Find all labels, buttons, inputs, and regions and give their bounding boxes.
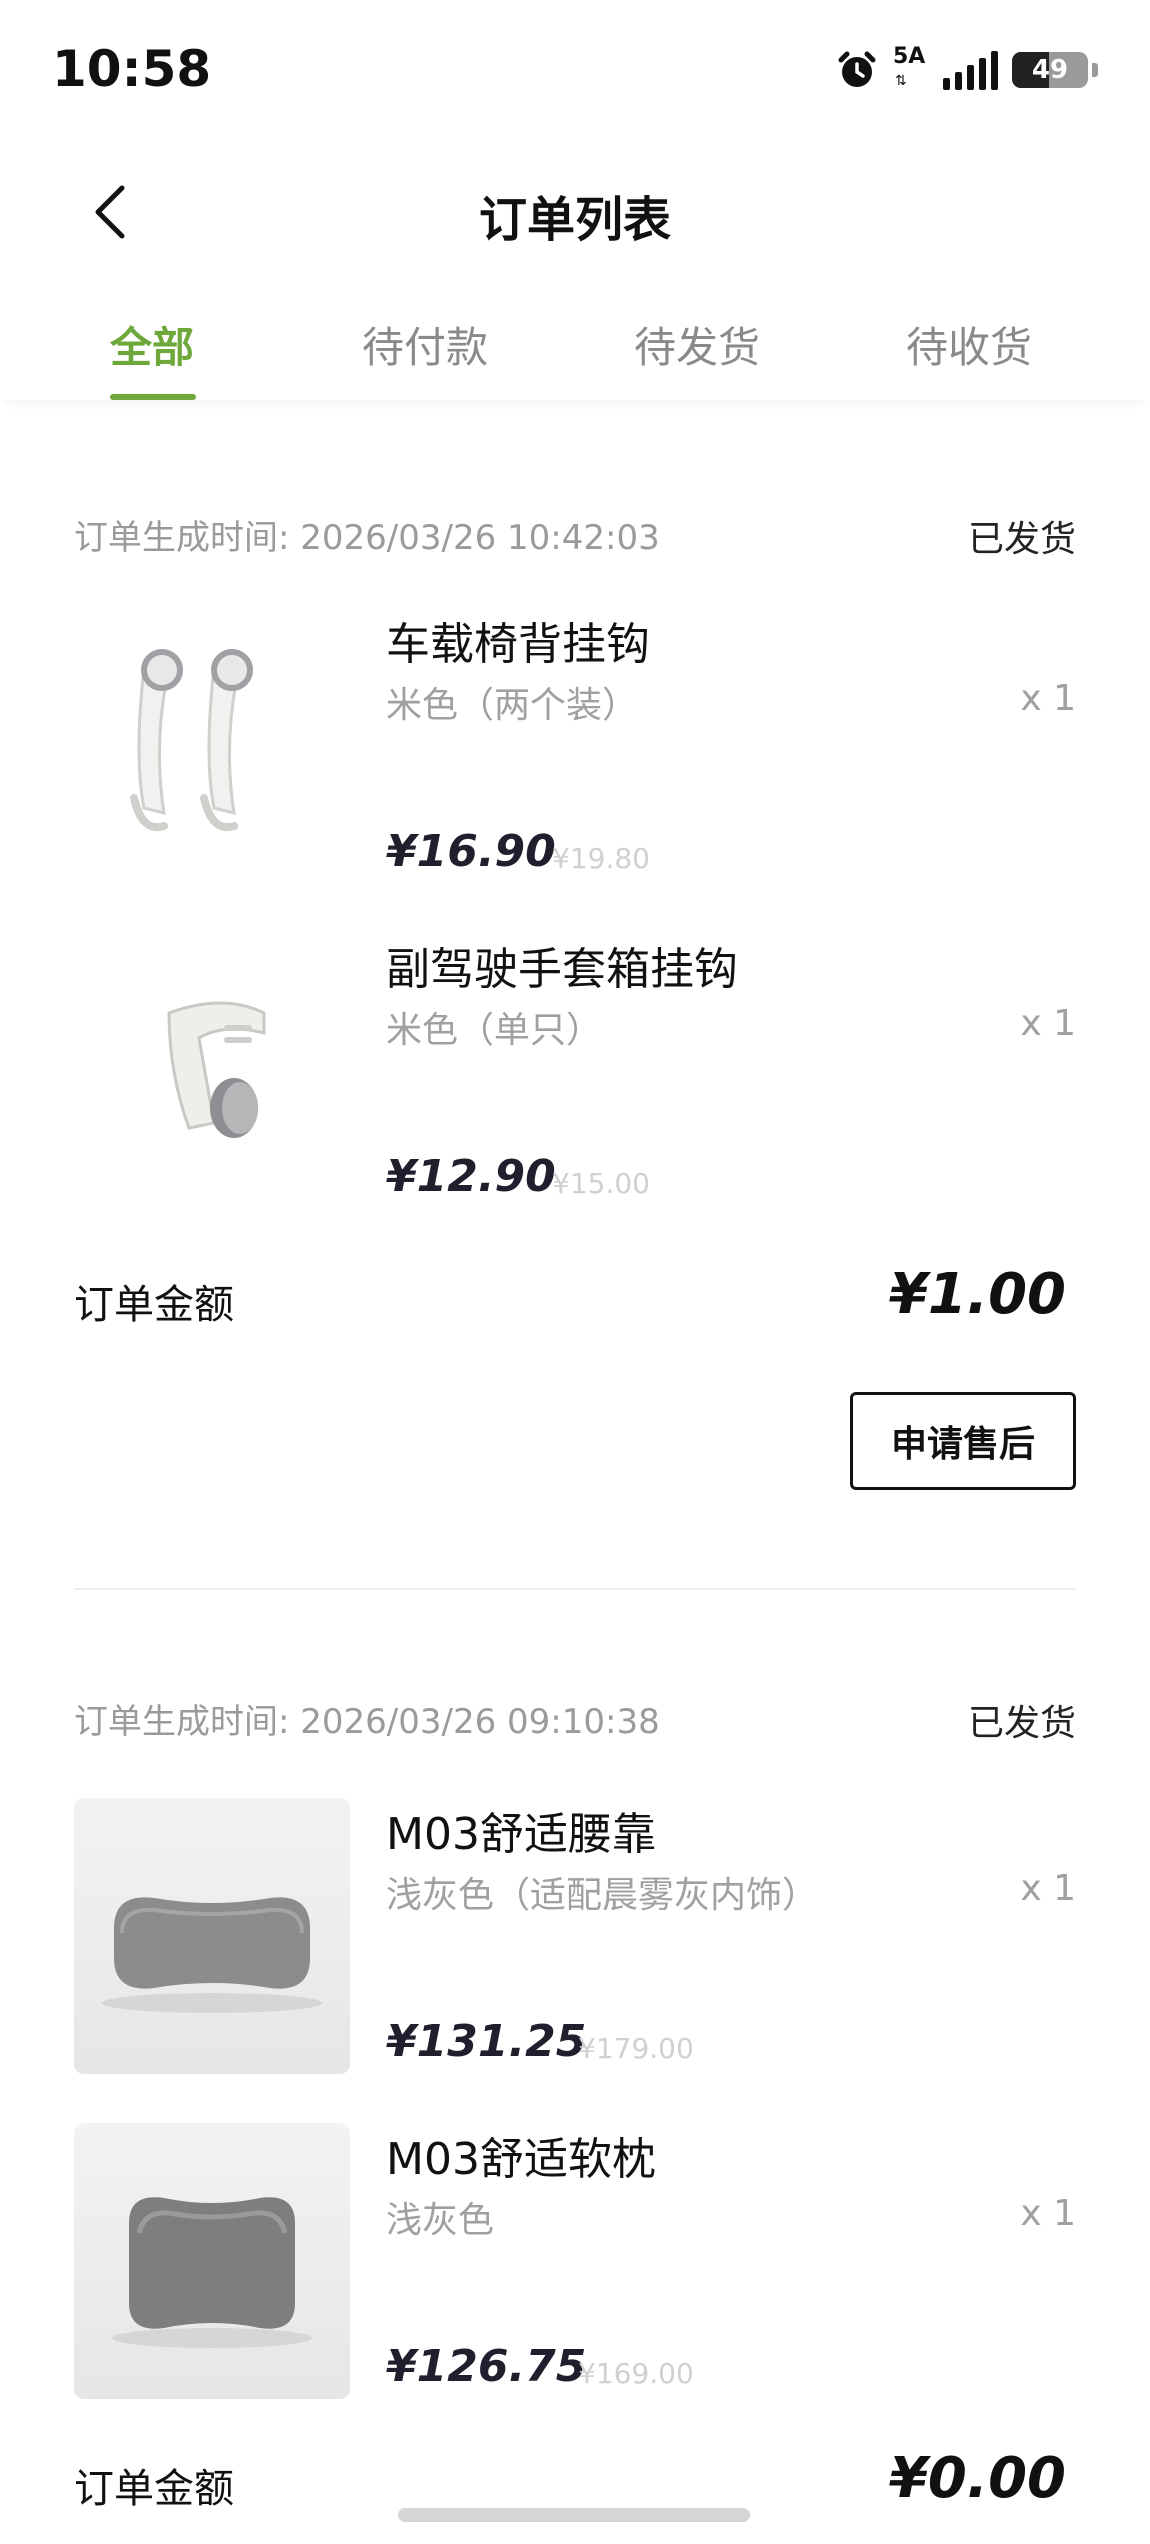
order-tabs: 全部 待付款 待发货 待收货 xyxy=(0,290,1150,400)
order-total-value: ¥1.00 xyxy=(888,1262,1066,1327)
item-original-price: ¥179.00 xyxy=(578,2032,694,2065)
item-spec: 米色（单只） xyxy=(386,1010,603,1051)
item-name: M03舒适腰靠 xyxy=(386,1809,656,1860)
tab-all[interactable]: 全部 xyxy=(110,314,194,375)
tab-pending-shipment[interactable]: 待发货 xyxy=(634,314,760,375)
order-status: 已发货 xyxy=(967,519,1076,560)
item-name: M03舒适软枕 xyxy=(386,2134,656,2185)
item-name: 副驾驶手套箱挂钩 xyxy=(386,944,738,995)
signal-icon xyxy=(943,50,998,90)
item-spec: 浅灰色（适配晨雾灰内饰） xyxy=(386,1875,819,1916)
order-divider xyxy=(74,1588,1076,1590)
order-list-page: 10:58 5A ⇅ 49 订单列表 全部 待付款 待发货 待收货 订单生成时间… xyxy=(0,0,1150,2544)
tab-pending-payment[interactable]: 待付款 xyxy=(362,314,488,375)
battery-icon: 49 xyxy=(1012,52,1088,88)
item-name: 车载椅背挂钩 xyxy=(386,619,650,670)
order-item[interactable]: M03舒适腰靠 浅灰色（适配晨雾灰内饰） x 1 ¥131.25 ¥179.00 xyxy=(0,1798,1150,2078)
lumbar-pillow-image xyxy=(74,1798,350,2074)
order-total-value: ¥0.00 xyxy=(888,2446,1066,2511)
order-total-label: 订单金额 xyxy=(74,2466,234,2512)
alarm-icon xyxy=(835,48,879,92)
order-time: 订单生成时间: 2026/03/26 10:42:03 xyxy=(74,518,660,558)
apply-after-sales-button[interactable]: 申请售后 xyxy=(850,1392,1076,1490)
item-quantity: x 1 xyxy=(1020,1003,1076,1044)
battery-cap xyxy=(1092,63,1098,77)
battery-level: 49 xyxy=(1031,55,1069,85)
item-price: ¥12.90 xyxy=(386,1151,556,1202)
status-bar: 10:58 5A ⇅ 49 xyxy=(0,0,1150,140)
item-price: ¥16.90 xyxy=(386,826,556,877)
page-title: 订单列表 xyxy=(478,192,671,248)
item-original-price: ¥19.80 xyxy=(552,842,650,875)
item-quantity: x 1 xyxy=(1020,1868,1076,1909)
order-item[interactable]: 车载椅背挂钩 米色（两个装） x 1 ¥16.90 ¥19.80 xyxy=(0,608,1150,888)
network-label: 5A xyxy=(893,44,926,69)
item-price: ¥126.75 xyxy=(386,2341,587,2392)
soft-pillow-image xyxy=(74,2123,350,2399)
item-original-price: ¥169.00 xyxy=(578,2357,694,2390)
order-status: 已发货 xyxy=(967,1703,1076,1744)
tab-active-indicator xyxy=(110,394,196,400)
network-type-icon: 5A ⇅ xyxy=(893,46,929,94)
status-icons: 5A ⇅ 49 xyxy=(835,44,1098,96)
order-total-label: 订单金额 xyxy=(74,1282,234,1328)
item-spec: 浅灰色 xyxy=(386,2200,495,2241)
item-quantity: x 1 xyxy=(1020,2193,1076,2234)
seat-hook-image xyxy=(74,608,350,884)
glovebox-hook-image xyxy=(74,933,350,1209)
status-time: 10:58 xyxy=(52,40,212,98)
item-quantity: x 1 xyxy=(1020,678,1076,719)
tab-pending-receipt[interactable]: 待收货 xyxy=(906,314,1032,375)
home-indicator[interactable] xyxy=(398,2508,750,2522)
item-price: ¥131.25 xyxy=(386,2016,587,2067)
order-item[interactable]: M03舒适软枕 浅灰色 x 1 ¥126.75 ¥169.00 xyxy=(0,2123,1150,2403)
order-time: 订单生成时间: 2026/03/26 09:10:38 xyxy=(74,1702,660,1742)
data-arrows-icon: ⇅ xyxy=(895,73,907,89)
order-item[interactable]: 副驾驶手套箱挂钩 米色（单只） x 1 ¥12.90 ¥15.00 xyxy=(0,933,1150,1213)
header: 订单列表 xyxy=(0,140,1150,280)
item-spec: 米色（两个装） xyxy=(386,685,639,726)
item-original-price: ¥15.00 xyxy=(552,1167,650,1200)
